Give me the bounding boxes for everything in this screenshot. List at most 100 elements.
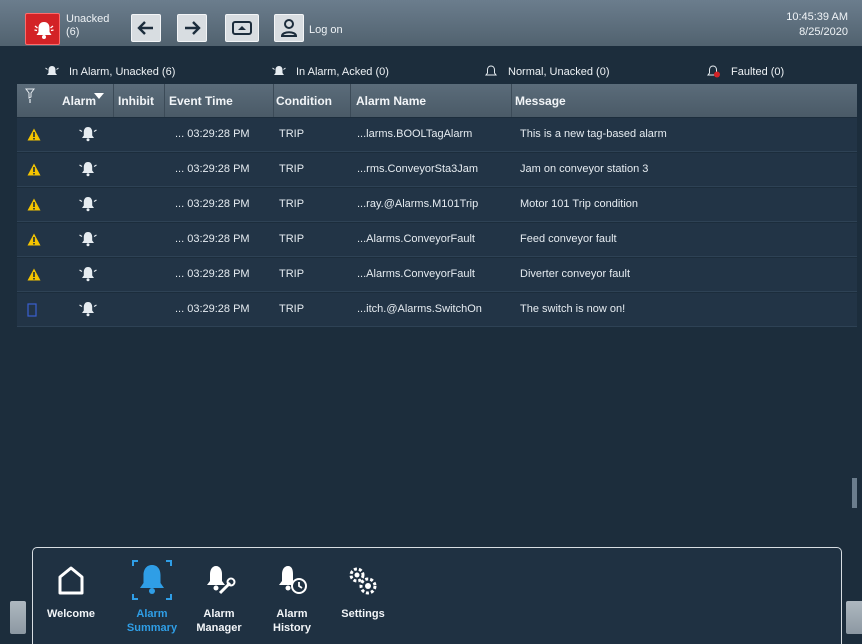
event-time-cell: ... 03:29:28 PM: [175, 128, 250, 140]
column-header-alarm-name[interactable]: Alarm Name: [356, 94, 426, 108]
nav-scroll-right-button[interactable]: [846, 601, 862, 634]
bell-icon: [122, 560, 182, 600]
nav-alarm-history[interactable]: Alarm History: [262, 556, 322, 640]
arrow-right-icon: [185, 21, 201, 35]
alarm-filter-bar: In Alarm, Unacked (6) In Alarm, Acked (0…: [17, 62, 857, 84]
alarm-banner-button[interactable]: [25, 13, 60, 45]
nav-label: Alarm Manager: [196, 608, 242, 634]
event-time-cell: ... 03:29:28 PM: [175, 268, 250, 280]
warning-icon: [27, 198, 41, 211]
logon-label[interactable]: Log on: [309, 24, 343, 36]
bell-alarm-icon: [79, 232, 97, 247]
message-cell: Feed conveyor fault: [520, 233, 617, 245]
bell-wrench-icon: [189, 560, 249, 600]
bell-alarm-icon: [79, 197, 97, 212]
navigation-panel: Welcome Alarm Summary Alarm Manager Alar…: [32, 547, 842, 644]
event-time-cell: ... 03:29:28 PM: [175, 163, 250, 175]
column-header-alarm[interactable]: Alarm: [62, 94, 96, 108]
column-header-message[interactable]: Message: [515, 94, 566, 108]
nav-alarm-summary[interactable]: Alarm Summary: [122, 556, 182, 640]
condition-cell: TRIP: [279, 163, 305, 175]
alarm-name-cell: ...rms.ConveyorSta3Jam: [357, 163, 479, 175]
message-cell: Motor 101 Trip condition: [520, 198, 639, 210]
alarm-name-cell: ...itch.@Alarms.SwitchOn: [357, 303, 482, 315]
filter-in-alarm-acked[interactable]: In Alarm, Acked (0): [272, 65, 389, 78]
column-header-event-time[interactable]: Event Time: [169, 94, 233, 108]
event-time-cell: ... 03:29:28 PM: [175, 198, 250, 210]
warning-icon: [27, 163, 41, 176]
alarm-table-header: Alarm Inhibit Event Time Condition Alarm…: [17, 84, 857, 117]
column-divider: [164, 84, 165, 117]
warning-icon: [27, 128, 41, 141]
bell-fault-icon: [707, 65, 720, 78]
filter-label: In Alarm, Acked (0): [296, 65, 389, 78]
alarm-name-cell: ...ray.@Alarms.M101Trip: [357, 198, 479, 210]
column-header-inhibit[interactable]: Inhibit: [118, 94, 154, 108]
nav-alarm-manager[interactable]: Alarm Manager: [189, 556, 249, 640]
condition-cell: TRIP: [279, 233, 305, 245]
nav-label: Alarm Summary: [126, 608, 178, 634]
table-row[interactable]: ... 03:29:28 PM TRIP ...Alarms.ConveyorFau…: [17, 223, 857, 257]
bell-alarm-icon: [272, 66, 286, 75]
filter-faulted[interactable]: Faulted (0): [706, 65, 784, 78]
table-row[interactable]: ... 03:29:28 PM TRIP ...ray.@Alarms.M101Tr…: [17, 188, 857, 222]
column-header-condition[interactable]: Condition: [276, 94, 332, 108]
alarm-name-cell: ...larms.BOOLTagAlarm: [357, 128, 473, 140]
filter-in-alarm-unacked[interactable]: In Alarm, Unacked (6): [45, 65, 175, 78]
condition-cell: TRIP: [279, 303, 305, 315]
column-divider: [511, 84, 512, 117]
user-icon: [280, 19, 298, 37]
back-button[interactable]: [131, 14, 161, 42]
row-divider: [17, 326, 857, 327]
nav-settings[interactable]: Settings: [333, 556, 393, 640]
forward-button[interactable]: [177, 14, 207, 42]
table-row[interactable]: ... 03:29:28 PM TRIP ...rms.ConveyorSta3Ja…: [17, 153, 857, 187]
nav-label: Welcome: [46, 608, 96, 620]
nav-scroll-left-button[interactable]: [10, 601, 26, 634]
alarm-name-cell: ...Alarms.ConveyorFault: [357, 233, 475, 245]
arrow-left-icon: [137, 21, 153, 35]
bell-history-icon: [262, 560, 322, 600]
row-divider: [17, 186, 857, 187]
condition-cell: TRIP: [279, 198, 305, 210]
clock-date: 8/25/2020: [799, 26, 848, 38]
event-time-cell: ... 03:29:28 PM: [175, 303, 250, 315]
condition-cell: TRIP: [279, 128, 305, 140]
bell-alarm-icon: [79, 267, 97, 282]
message-cell: Diverter conveyor fault: [520, 268, 631, 280]
unacked-label: Unacked: [66, 13, 110, 25]
filter-label: Normal, Unacked (0): [508, 65, 610, 78]
clock: 10:45:39 AM 8/25/2020: [786, 10, 848, 40]
table-row[interactable]: ... 03:29:28 PM TRIP ...Alarms.ConveyorFau…: [17, 258, 857, 292]
column-divider: [113, 84, 114, 117]
filter-normal-unacked[interactable]: Normal, Unacked (0): [484, 65, 609, 78]
warning-icon: [27, 233, 41, 246]
column-divider: [273, 84, 274, 117]
logon-button[interactable]: [274, 14, 304, 42]
bell-alarm-icon: [79, 162, 97, 177]
home-icon: [41, 560, 101, 600]
gears-icon: [333, 560, 393, 600]
nav-welcome[interactable]: Welcome: [41, 556, 101, 640]
table-row[interactable]: ... 03:29:28 PM TRIP ...larms.BOOLTagAlarm…: [17, 118, 857, 152]
unacked-count: (6): [66, 26, 80, 38]
alarm-name-cell: ...Alarms.ConveyorFault: [357, 268, 475, 280]
table-row[interactable]: ... 03:29:28 PM TRIP ...itch.@Alarms.Switc…: [17, 293, 857, 327]
bell-alarm-icon: [34, 22, 54, 39]
bell-alarm-icon: [79, 302, 97, 317]
clock-time: 10:45:39 AM: [786, 11, 848, 23]
top-bar: Unacked (6) Log on 10:45:39 AM 8/25/2020: [0, 0, 862, 46]
scrollbar[interactable]: [852, 478, 857, 508]
event-time-cell: ... 03:29:28 PM: [175, 233, 250, 245]
unacked-summary: Unacked (6): [66, 13, 109, 39]
column-divider: [350, 84, 351, 117]
nav-label: Alarm History: [273, 608, 311, 634]
bell-alarm-icon: [45, 66, 59, 75]
nav-label: Settings: [341, 608, 385, 620]
row-divider: [17, 221, 857, 222]
sort-descending-icon[interactable]: [94, 86, 104, 104]
display-button[interactable]: [225, 14, 259, 42]
message-cell: Jam on conveyor station 3: [520, 163, 649, 175]
alarm-table-body: ... 03:29:28 PM TRIP ...larms.BOOLTagAlarm…: [17, 118, 857, 548]
severity-filter-icon[interactable]: [25, 88, 35, 109]
